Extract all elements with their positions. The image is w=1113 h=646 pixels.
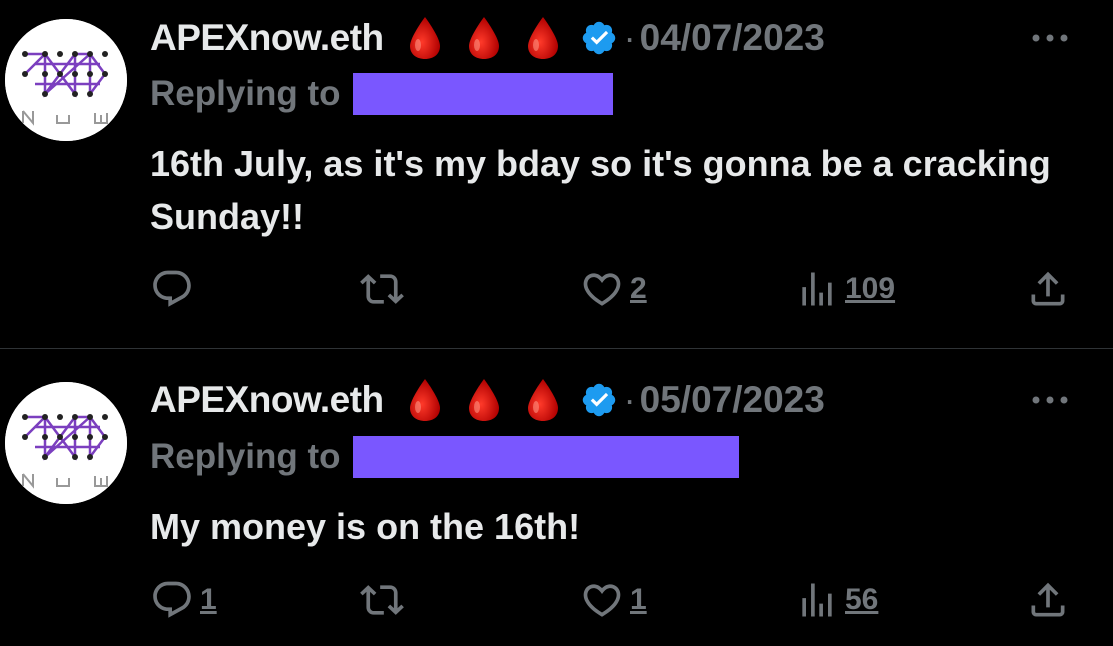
share-icon xyxy=(1031,582,1065,617)
tweet-text: My money is on the 16th! xyxy=(150,506,581,547)
blood-drop-icon xyxy=(527,379,558,421)
redacted-handle xyxy=(352,436,739,478)
tweet-divider xyxy=(0,348,1113,349)
separator-dot: · xyxy=(623,379,636,420)
tweet-actions: 1 1 56 xyxy=(150,575,1080,625)
avatar[interactable] xyxy=(5,382,127,504)
verified-badge-icon xyxy=(582,383,615,417)
views-count: 56 xyxy=(845,583,879,616)
avatar-logo xyxy=(5,382,127,504)
replying-to: Replying to xyxy=(150,436,739,478)
tweet-header: APEXnow.eth · 05/07/2023 xyxy=(150,375,825,425)
blood-drop-icon xyxy=(409,379,440,421)
blood-drop-icon xyxy=(468,379,499,421)
replying-to-label: Replying to xyxy=(150,437,341,476)
like-icon xyxy=(583,584,621,617)
views-button[interactable]: 56 xyxy=(795,575,878,625)
reply-icon xyxy=(153,581,191,618)
like-button[interactable]: 1 xyxy=(580,575,647,625)
tweet-date[interactable]: 05/07/2023 xyxy=(640,379,825,421)
reply-button[interactable]: 1 xyxy=(150,575,217,625)
reply-count: 1 xyxy=(200,583,217,616)
retweet-button[interactable] xyxy=(360,575,410,625)
retweet-icon xyxy=(360,585,404,615)
name-emoji-group xyxy=(406,377,562,423)
more-icon[interactable] xyxy=(1030,394,1070,406)
like-count: 1 xyxy=(630,583,647,616)
author-name[interactable]: APEXnow.eth xyxy=(150,379,384,421)
tweet-content: APEXnow.eth · 05/07/2023 Replying to My … xyxy=(0,0,1113,618)
share-button[interactable] xyxy=(1026,575,1070,625)
views-icon xyxy=(802,583,832,617)
